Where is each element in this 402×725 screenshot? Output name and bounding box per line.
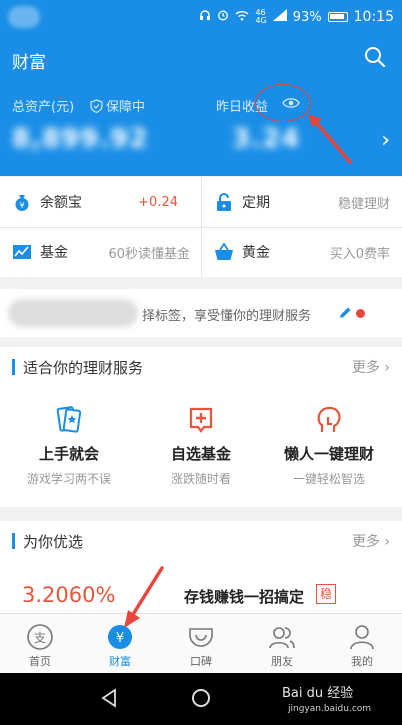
battery-percent: 93% [292, 9, 322, 25]
notification-blur [8, 6, 40, 28]
section-title: 为你优选 [23, 533, 84, 551]
notification-dot [356, 309, 365, 318]
product-label: 余额宝 [40, 195, 82, 211]
tab-home[interactable]: 支 首页 [0, 614, 80, 674]
service-subtitle: 一键轻松智选 [292, 472, 365, 486]
tag-prompt: 择标签，享受懂你的理财服务 [142, 309, 312, 324]
bottom-tab-bar: 支 首页 ¥ 财富 口碑 朋友 我的 [0, 613, 402, 673]
lock-icon [217, 193, 231, 211]
tab-label: 我的 [351, 655, 373, 668]
yesterday-earnings-value: 3.24 [232, 124, 301, 154]
product-gold[interactable]: 黄金 买入0费率 [214, 227, 390, 277]
tab-label: 财富 [109, 655, 131, 668]
guard-status[interactable]: 保障中 [90, 96, 145, 115]
profile-icon [350, 625, 374, 650]
total-assets-label: 总资产(元) [12, 100, 75, 115]
watermark: Bai du 经验 [282, 686, 354, 701]
svg-text:¥: ¥ [19, 201, 24, 210]
featured-rate[interactable]: 3.2060% [22, 583, 115, 607]
tag-selection-bar[interactable]: 择标签，享受懂你的理财服务 [0, 289, 402, 337]
annotation-arrow [308, 114, 352, 164]
tab-koubei[interactable]: 口碑 [161, 614, 241, 674]
services-section: 适合你的理财服务 更多 › 上手就会 游戏学习两不误 自选基金 涨跌随时看 懒人… [0, 347, 402, 507]
grid-divider-horizontal [0, 227, 402, 228]
service-title: 懒人一键理财 [283, 445, 374, 463]
tab-friends[interactable]: 朋友 [242, 614, 322, 674]
wifi-icon [235, 10, 249, 25]
clock: 10:15 [353, 9, 394, 25]
signal-icon [272, 9, 287, 25]
status-icons: 46 4G 93% 10:15 [199, 9, 394, 25]
friends-icon [269, 627, 295, 649]
service-card-fund[interactable]: 自选基金 涨跌随时看 [134, 405, 268, 487]
product-label: 基金 [40, 245, 68, 261]
card-star-icon [56, 406, 82, 433]
service-title: 上手就会 [38, 445, 99, 463]
svg-text:支: 支 [34, 631, 46, 645]
pencil-icon[interactable] [338, 306, 352, 320]
service-title: 自选基金 [170, 445, 231, 463]
section-title: 适合你的理财服务 [23, 359, 144, 377]
product-label: 黄金 [242, 245, 270, 261]
svg-text:¥: ¥ [116, 631, 124, 646]
product-value: 60秒读懂基金 [108, 246, 190, 262]
stable-badge: 稳 [316, 584, 336, 604]
guard-label: 保障中 [106, 100, 146, 115]
watermark-url: jingyan.baidu.com [288, 704, 372, 714]
featured-section: 为你优选 更多 › 3.2060% 存钱赚钱一招搞定 稳 [0, 521, 402, 613]
money-bag-icon: ¥ [15, 195, 29, 211]
back-icon[interactable] [100, 688, 118, 708]
product-yuebao[interactable]: ¥ 余额宝 +0.24 [12, 177, 190, 227]
product-fixed-term[interactable]: 定期 稳健理财 [214, 177, 390, 227]
page-title: 财富 [12, 53, 46, 73]
status-bar: 46 4G 93% 10:15 [0, 0, 402, 34]
more-link[interactable]: 更多 › [352, 357, 390, 377]
tab-label: 首页 [29, 655, 51, 668]
product-value: 买入0费率 [329, 246, 390, 262]
alarm-icon [217, 9, 229, 25]
search-icon[interactable] [364, 46, 386, 68]
home-button-icon[interactable] [192, 689, 210, 707]
product-label: 定期 [242, 195, 270, 211]
battery-icon [327, 12, 348, 22]
section-accent-bar [12, 359, 15, 375]
plus-box-icon [189, 407, 213, 433]
service-card-beginner[interactable]: 上手就会 游戏学习两不误 [2, 405, 136, 487]
tab-label: 口碑 [190, 655, 212, 668]
headphone-icon [199, 9, 211, 25]
chevron-right-icon[interactable]: › [381, 128, 390, 153]
head-icon [317, 406, 341, 432]
chart-icon [13, 245, 31, 259]
service-card-lazy[interactable]: 懒人一键理财 一键轻松智选 [262, 405, 396, 487]
signal-text: 46 4G [255, 8, 267, 25]
total-assets-value: 8,899.92 [12, 124, 149, 154]
featured-promo[interactable]: 存钱赚钱一招搞定 [184, 586, 304, 607]
tab-profile[interactable]: 我的 [322, 614, 402, 674]
product-value: 稳健理财 [337, 196, 390, 212]
service-subtitle: 涨跌随时看 [170, 472, 231, 486]
section-accent-bar [12, 533, 15, 549]
product-fund[interactable]: 基金 60秒读懂基金 [12, 227, 190, 277]
service-subtitle: 游戏学习两不误 [26, 472, 111, 486]
more-link[interactable]: 更多 › [352, 531, 390, 551]
home-icon: 支 [27, 624, 53, 650]
product-value: +0.24 [138, 194, 178, 210]
blurred-tag [8, 299, 138, 327]
annotation-arrow [124, 566, 164, 628]
tab-label: 朋友 [271, 655, 293, 668]
basket-icon [215, 242, 233, 260]
koubei-icon [189, 628, 213, 647]
shield-icon [90, 98, 103, 113]
